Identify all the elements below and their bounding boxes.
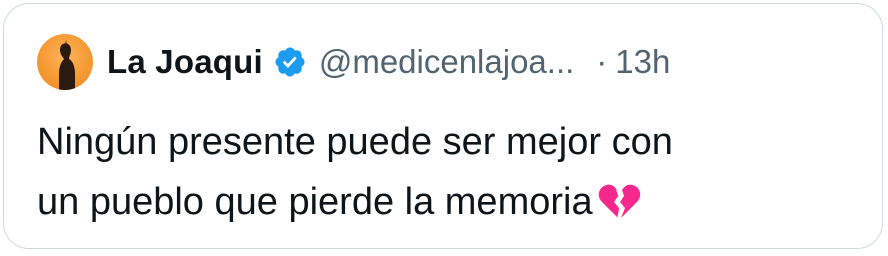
tweet-text-line-content: un pueblo que pierde la memoria [37,181,593,223]
separator-dot: · [596,43,608,80]
tweet-text-line: un pueblo que pierde la memoria [37,172,837,232]
avatar-silhouette-icon [59,40,75,90]
author-handle[interactable]: @medicenlajoa... [319,43,574,81]
quoted-tweet-card[interactable]: La Joaqui @medicenlajoa... · 13h Ningún … [3,3,883,249]
avatar[interactable] [37,34,93,90]
broken-heart-icon [598,184,640,219]
tweet-text: Ningún presente puede ser mejor con un p… [37,112,837,232]
verified-badge-icon [275,47,305,77]
author-name[interactable]: La Joaqui [107,43,263,81]
timestamp[interactable]: 13h [615,43,670,81]
tweet-text-line: Ningún presente puede ser mejor con [37,121,673,163]
tweet-header: La Joaqui @medicenlajoa... · 13h [37,34,670,90]
